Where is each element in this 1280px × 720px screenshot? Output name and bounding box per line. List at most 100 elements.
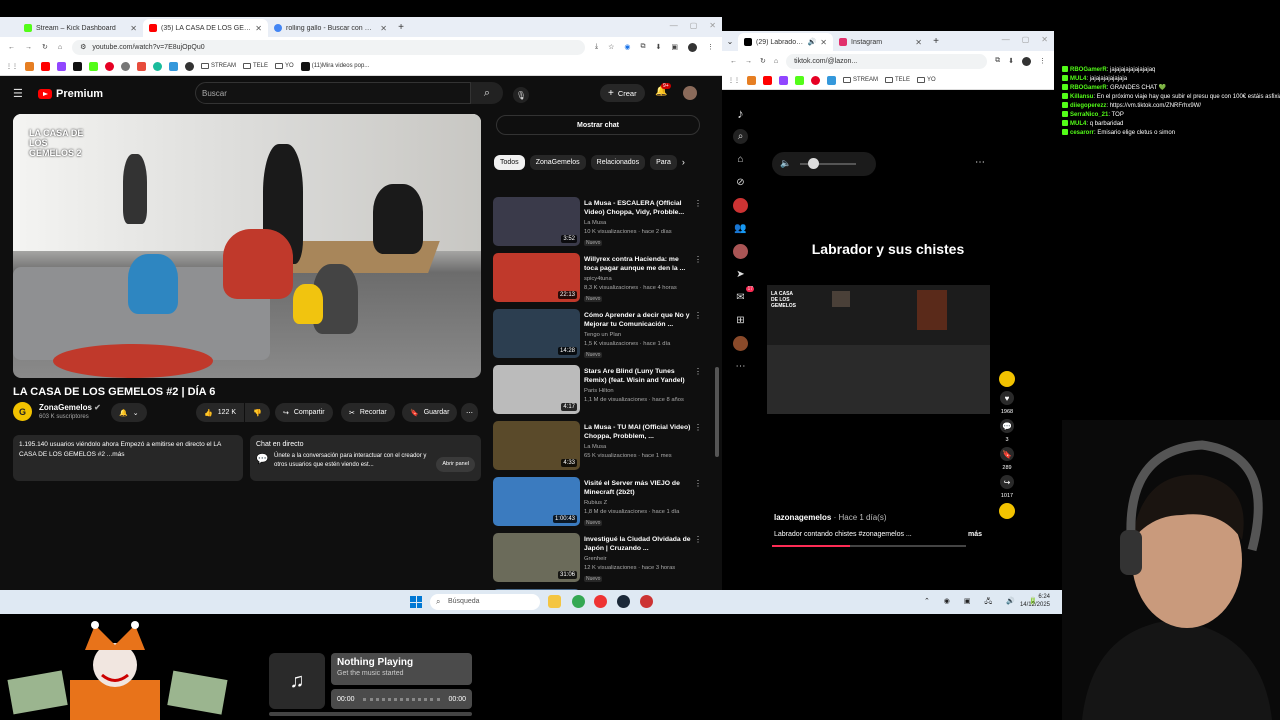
extensions-puzzle-icon[interactable]: ⧉ [641, 43, 646, 51]
following-icon[interactable]: 👥 [733, 221, 748, 236]
creator-avatar[interactable] [999, 371, 1015, 387]
chat-username[interactable]: diiegoperezz [1070, 103, 1106, 109]
home-icon[interactable]: ⌂ [733, 152, 748, 167]
chrome-icon[interactable] [572, 595, 585, 608]
recommended-video-title[interactable]: La Musa - TU MAI (Official Video) Choppa… [584, 423, 694, 441]
maximize-icon[interactable]: ▢ [690, 21, 698, 30]
show-chat-button[interactable]: Mostrar chat [496, 115, 700, 135]
home-icon[interactable]: ⌂ [58, 44, 62, 51]
pinterest-bookmark-icon[interactable] [105, 61, 114, 71]
bookmark-icon[interactable] [137, 61, 146, 71]
tab-instagram[interactable]: Instagram ✕ [833, 33, 928, 51]
profile-avatar[interactable] [733, 336, 748, 351]
chat-username[interactable]: MUL4 [1070, 76, 1086, 82]
more-options-icon[interactable]: ⋮ [694, 255, 702, 264]
tab-google-search[interactable]: rolling gallo - Buscar con Google✕ [268, 19, 393, 37]
url-field[interactable]: tiktok.com/@lazon... [786, 53, 988, 69]
bookmark-icon[interactable] [169, 61, 178, 71]
more-options-icon[interactable]: ⋮ [694, 535, 702, 544]
recommended-video[interactable]: 4:17 Stars Are Blind (Luny Tunes Remix) (… [493, 365, 708, 419]
volume-icon[interactable]: 🔈 [780, 158, 791, 169]
twitch-bookmark-icon[interactable] [57, 61, 66, 71]
music-disc-icon[interactable] [999, 503, 1015, 519]
recommended-video[interactable]: 4:33 La Musa - TU MAI (Official Video) Ch… [493, 421, 708, 475]
back-icon[interactable]: ← [8, 44, 15, 51]
recommended-video-title[interactable]: Stars Are Blind (Luny Tunes Remix) (feat… [584, 367, 694, 385]
reload-icon[interactable]: ↻ [760, 57, 766, 65]
close-icon[interactable]: ✕ [255, 24, 262, 33]
new-tab-button[interactable]: + [393, 19, 409, 37]
recommended-video[interactable]: 31:06 Investigué la Ciudad Olvidada de Ja… [493, 533, 708, 587]
new-tab-button[interactable]: + [928, 33, 944, 51]
heart-icon[interactable]: ♥ [1000, 391, 1014, 405]
bookmark-folder-tele[interactable]: TELE [243, 63, 268, 69]
home-icon[interactable]: ⌂ [774, 58, 778, 65]
audio-icon[interactable]: 🔊 [808, 38, 817, 46]
sidepanel-icon[interactable]: ▣ [671, 43, 678, 51]
recommended-video[interactable]: 14:28 Cómo Aprender a decir que No y Mejo… [493, 309, 708, 363]
minimize-icon[interactable]: — [670, 21, 678, 30]
close-window-icon[interactable]: ✕ [1041, 35, 1048, 44]
chat-username[interactable]: RBOGamerR [1070, 85, 1107, 91]
app-icon[interactable] [640, 595, 653, 608]
tab-tiktok[interactable]: (29) Labrador conta🔊✕ [738, 33, 833, 51]
more-options-icon[interactable]: ⋮ [694, 311, 702, 320]
recommended-video-channel[interactable]: Rubius Z [584, 500, 607, 506]
video-thumbnail[interactable]: 22:13 [493, 253, 580, 302]
windows-start-icon[interactable] [410, 596, 422, 608]
bookmark-icon[interactable] [25, 61, 34, 71]
more-actions-button[interactable]: ⋯ [461, 403, 478, 422]
bookmark-folder-tele[interactable]: TELE [885, 77, 910, 83]
twitch-bookmark-icon[interactable] [779, 75, 788, 85]
obs-icon[interactable] [594, 595, 607, 608]
recommended-video-title[interactable]: Investigué la Ciudad Olvidada de Japón |… [584, 535, 694, 553]
close-icon[interactable]: ✕ [820, 38, 827, 47]
recommended-video-channel[interactable]: Grenheir [584, 556, 607, 562]
bookmark-icon[interactable]: 🔖 [1000, 447, 1014, 461]
taskbar-search[interactable]: ⌕ Búsqueda [430, 594, 540, 610]
video-thumbnail[interactable]: 31:06 [493, 533, 580, 582]
hamburger-menu-icon[interactable]: ☰ [13, 87, 23, 100]
tab-kick-dashboard[interactable]: Stream – Kick Dashboard ✕ [18, 19, 143, 37]
search-button[interactable]: ⌕ [471, 82, 503, 104]
recommended-video[interactable]: 22:13 Willyrex contra Hacienda: me toca p… [493, 253, 708, 307]
close-icon[interactable]: ✕ [130, 24, 137, 33]
more-options-icon[interactable]: ⋮ [694, 367, 702, 376]
minimize-icon[interactable]: — [1002, 35, 1010, 44]
tiktok-logo-icon[interactable]: ♪ [733, 106, 748, 121]
bookmark-icon[interactable] [121, 61, 130, 71]
recommended-video-title[interactable]: La Musa - ESCALERA (Official Video) Chop… [584, 199, 694, 217]
create-button[interactable]: + Crear [600, 84, 645, 102]
chip-channel[interactable]: ZonaGemelos [529, 155, 586, 170]
apps-icon[interactable]: ⋮⋮ [6, 63, 18, 70]
channel-avatar[interactable]: G [13, 402, 32, 421]
search-icon[interactable]: ⌕ [733, 129, 748, 144]
dislike-button[interactable]: 👎 [245, 403, 270, 422]
video-thumbnail[interactable]: 4:33 [493, 421, 580, 470]
bookmark-folder-stream[interactable]: STREAM [843, 77, 878, 83]
profile-avatar-icon[interactable] [1022, 56, 1031, 66]
bookmark-icon[interactable] [747, 75, 756, 85]
recommended-video-channel[interactable]: Tengo un Plan [584, 332, 621, 338]
recommended-video[interactable]: 1:00:43 Visité el Server más VIEJO de Min… [493, 477, 708, 531]
forward-icon[interactable]: → [25, 44, 32, 51]
tiktok-video[interactable]: LA CASA DE LOS GEMELOS [767, 285, 990, 414]
video-description[interactable]: 1.195.140 usuarios viéndolo ahora Empezó… [13, 435, 243, 481]
messages-icon[interactable]: ✉ 17 [733, 286, 754, 305]
tiktok-bookmark-icon[interactable] [73, 61, 82, 71]
close-icon[interactable]: ✕ [915, 38, 922, 47]
chip-related[interactable]: Relacionados [590, 155, 646, 170]
back-icon[interactable]: ← [730, 58, 737, 65]
recommended-video-title[interactable]: Willyrex contra Hacienda: me toca pagar … [584, 255, 694, 273]
recommended-video-channel[interactable]: La Musa [584, 444, 606, 450]
like-button[interactable]: 👍 122 K [196, 403, 245, 422]
recommended-video[interactable]: 3:52 La Musa - ESCALERA (Official Video) … [493, 197, 708, 251]
profile-avatar-icon[interactable] [688, 42, 697, 52]
close-icon[interactable]: ✕ [380, 24, 387, 33]
bookmark-icon[interactable] [827, 75, 836, 85]
download-icon[interactable]: ⬇ [1008, 57, 1014, 65]
apps-icon[interactable]: ⋮⋮ [728, 77, 740, 84]
bookmark-folder-yo[interactable]: YO [275, 63, 294, 69]
video-thumbnail[interactable]: 14:28 [493, 309, 580, 358]
more-options-icon[interactable]: ⋮ [694, 423, 702, 432]
